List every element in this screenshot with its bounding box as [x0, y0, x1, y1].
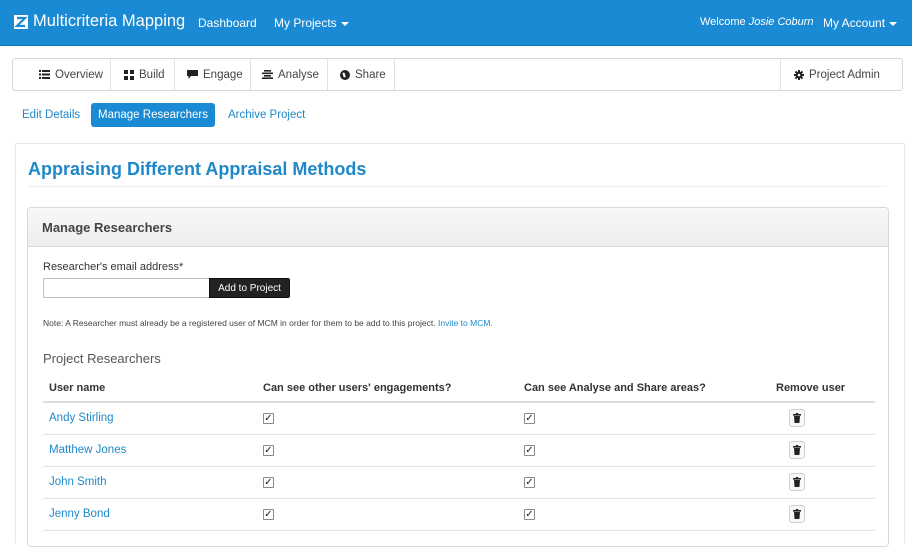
table-row: John Smith ✓ ✓ [43, 467, 875, 499]
project-admin-label: Project Admin [809, 68, 880, 81]
note-text: Note: A Researcher must already be a reg… [43, 318, 436, 328]
trash-icon [793, 445, 801, 455]
trash-icon [793, 477, 801, 487]
page-title: Appraising Different Appraisal Methods [28, 159, 367, 179]
welcome-text: Welcome Josie Coburn [700, 16, 814, 28]
tab-analyse[interactable]: Analyse [262, 59, 319, 90]
subnav-manage-researchers[interactable]: Manage Researchers [91, 103, 215, 127]
nav-my-account-dropdown[interactable]: My Account [823, 16, 898, 30]
toolbar-divider [110, 59, 111, 90]
remove-user-button[interactable] [789, 409, 805, 427]
trash-icon [793, 509, 801, 519]
tab-share[interactable]: Share [340, 59, 386, 90]
researcher-email-input[interactable] [43, 278, 209, 298]
brand-link[interactable]: Multicriteria Mapping [14, 12, 185, 31]
subnav-archive-project[interactable]: Archive Project [228, 109, 305, 121]
researcher-name-link[interactable]: John Smith [49, 476, 107, 488]
project-researchers-title: Project Researchers [43, 351, 161, 366]
tab-build[interactable]: Build [124, 59, 165, 90]
researcher-name-link[interactable]: Matthew Jones [49, 444, 126, 456]
tab-engage[interactable]: Engage [187, 59, 243, 90]
see-engagements-checkbox[interactable]: ✓ [263, 509, 274, 520]
see-analyse-share-checkbox[interactable]: ✓ [524, 445, 535, 456]
chevron-down-icon [340, 21, 349, 26]
see-analyse-share-checkbox[interactable]: ✓ [524, 477, 535, 488]
email-field-label: Researcher's email address* [43, 261, 184, 273]
project-toolbar: Overview Build Engage Analyse Share Proj… [12, 58, 903, 91]
see-engagements-checkbox[interactable]: ✓ [263, 445, 274, 456]
welcome-prefix: Welcome [700, 16, 746, 28]
toolbar-divider [394, 59, 395, 90]
tab-analyse-label: Analyse [278, 68, 319, 81]
project-admin-button[interactable]: Project Admin [794, 59, 880, 90]
see-analyse-share-checkbox[interactable]: ✓ [524, 413, 535, 424]
toolbar-divider [780, 59, 781, 90]
panel-heading: Manage Researchers [28, 208, 888, 247]
trash-icon [793, 413, 801, 423]
align-center-icon [262, 70, 273, 79]
nav-dashboard-link[interactable]: Dashboard [198, 16, 257, 30]
researcher-name-link[interactable]: Jenny Bond [49, 508, 110, 520]
nav-my-account-label: My Account [823, 16, 886, 30]
globe-icon [340, 69, 350, 80]
grid-icon [124, 69, 134, 80]
main-content: Appraising Different Appraisal Methods M… [15, 143, 905, 547]
brand-title: Multicriteria Mapping [33, 12, 186, 30]
registration-note: Note: A Researcher must already be a reg… [43, 318, 493, 328]
panel-heading-title: Manage Researchers [42, 220, 173, 235]
list-icon [39, 70, 50, 79]
toolbar-divider [250, 59, 251, 90]
comment-icon [187, 70, 198, 79]
gear-icon [794, 69, 804, 80]
see-engagements-checkbox[interactable]: ✓ [263, 413, 274, 424]
nav-my-projects-dropdown[interactable]: My Projects [274, 16, 349, 30]
remove-user-button[interactable] [789, 473, 805, 491]
tab-share-label: Share [355, 68, 386, 81]
toolbar-divider [327, 59, 328, 90]
manage-researchers-panel: Manage Researchers Researcher's email ad… [27, 207, 889, 547]
brand-logo-icon [14, 14, 28, 29]
remove-user-button[interactable] [789, 505, 805, 523]
column-header-see-engagements: Can see other users' engagements? [263, 382, 452, 394]
invite-to-mcm-link[interactable]: Invite to MCM. [438, 318, 493, 328]
title-divider [28, 186, 886, 187]
add-to-project-button[interactable]: Add to Project [209, 278, 290, 298]
top-navbar: Multicriteria Mapping Dashboard My Proje… [0, 0, 912, 46]
table-row: Matthew Jones ✓ ✓ [43, 435, 875, 467]
remove-user-button[interactable] [789, 441, 805, 459]
see-analyse-share-checkbox[interactable]: ✓ [524, 509, 535, 520]
tab-build-label: Build [139, 68, 165, 81]
researcher-name-link[interactable]: Andy Stirling [49, 412, 114, 424]
tab-overview-label: Overview [55, 68, 103, 81]
toolbar-divider [174, 59, 175, 90]
tab-engage-label: Engage [203, 68, 243, 81]
subnav-edit-details[interactable]: Edit Details [22, 109, 80, 121]
chevron-down-icon [889, 21, 898, 26]
welcome-user-name: Josie Coburn [748, 16, 814, 28]
column-header-see-analyse-share: Can see Analyse and Share areas? [524, 382, 706, 394]
tab-overview[interactable]: Overview [39, 59, 103, 90]
column-header-remove-user: Remove user [776, 382, 846, 394]
table-row: Andy Stirling ✓ ✓ [43, 403, 875, 435]
column-header-username: User name [49, 382, 106, 394]
table-row: Jenny Bond ✓ ✓ [43, 499, 875, 531]
nav-my-projects-label: My Projects [274, 16, 337, 30]
see-engagements-checkbox[interactable]: ✓ [263, 477, 274, 488]
